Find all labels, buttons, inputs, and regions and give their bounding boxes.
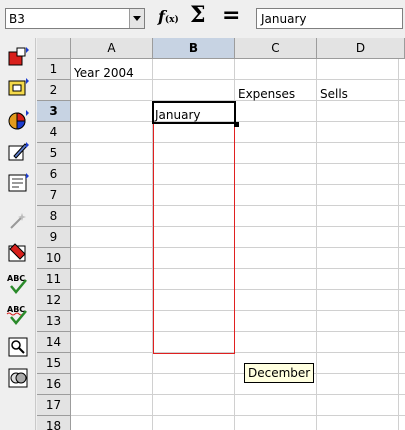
row-header-10[interactable]: 10 xyxy=(37,248,71,269)
row-header-8[interactable]: 8 xyxy=(37,206,71,227)
sum-button[interactable]: Σ xyxy=(190,2,206,28)
grid-line xyxy=(71,331,405,332)
draw-functions-icon[interactable] xyxy=(6,140,30,164)
name-box[interactable]: B3 xyxy=(5,8,145,29)
find-icon[interactable] xyxy=(6,335,30,359)
grid-line xyxy=(71,394,405,395)
row-header-11[interactable]: 11 xyxy=(37,269,71,290)
column-header-a[interactable]: A xyxy=(71,38,153,59)
cell-format-icon[interactable] xyxy=(6,241,30,265)
row-header-13[interactable]: 13 xyxy=(37,311,71,332)
column-header-b[interactable]: B xyxy=(153,38,235,59)
navigator-icon[interactable] xyxy=(6,366,30,390)
spellcheck-icon[interactable]: ABC xyxy=(6,272,30,296)
insert-cell-icon[interactable] xyxy=(6,76,30,100)
grid-line xyxy=(71,226,405,227)
grid-line xyxy=(71,142,405,143)
chart-icon[interactable] xyxy=(6,108,30,132)
row-header-1[interactable]: 1 xyxy=(37,59,71,80)
svg-text:ABC: ABC xyxy=(7,274,25,283)
row-header-6[interactable]: 6 xyxy=(37,164,71,185)
formula-bar: B3 f(x) Σ = January xyxy=(0,0,405,38)
row-header-7[interactable]: 7 xyxy=(37,185,71,206)
autofill-range xyxy=(153,101,235,354)
function-wizard-sub: (x) xyxy=(164,15,179,25)
function-wizard-label: f xyxy=(158,7,165,26)
row-header-5[interactable]: 5 xyxy=(37,143,71,164)
formula-input-value: January xyxy=(261,12,307,26)
function-wizard-button[interactable]: f(x) xyxy=(158,7,179,26)
row-header-4[interactable]: 4 xyxy=(37,122,71,143)
name-box-value: B3 xyxy=(9,12,25,26)
grid-line xyxy=(71,247,405,248)
cell-d2[interactable]: Sells xyxy=(320,87,348,101)
insert-icon[interactable] xyxy=(6,45,30,69)
grid-line xyxy=(71,268,405,269)
row-header-16[interactable]: 16 xyxy=(37,374,71,395)
row-header-18[interactable]: 18 xyxy=(37,416,71,430)
column-header-c[interactable]: C xyxy=(235,38,317,59)
autospellcheck-icon[interactable]: ABC xyxy=(6,303,30,327)
grid-line xyxy=(71,352,405,353)
chevron-down-icon[interactable] xyxy=(129,9,144,28)
row-header-15[interactable]: 15 xyxy=(37,353,71,374)
column-header-d[interactable]: D xyxy=(317,38,405,59)
grid-line xyxy=(316,59,317,430)
row-header-2[interactable]: 2 xyxy=(37,80,71,101)
autopilot-icon[interactable] xyxy=(6,209,30,233)
autofill-tooltip: December xyxy=(244,363,315,383)
grid-line xyxy=(71,289,405,290)
row-header-14[interactable]: 14 xyxy=(37,332,71,353)
spreadsheet-grid[interactable]: A B C D 1 2 3 4 5 6 7 8 9 10 11 12 13 14 15 16 17 18 Year… xyxy=(37,38,405,430)
grid-line xyxy=(71,184,405,185)
grid-line xyxy=(398,59,399,430)
form-controls-icon[interactable] xyxy=(6,171,30,195)
cell-b3[interactable]: January xyxy=(155,108,201,122)
grid-line xyxy=(71,163,405,164)
function-button[interactable]: = xyxy=(222,3,240,28)
grid-line xyxy=(71,373,405,374)
row-header-3[interactable]: 3 xyxy=(37,101,71,122)
cell-a1[interactable]: Year 2004 xyxy=(74,66,134,80)
grid-line xyxy=(71,205,405,206)
select-all-corner[interactable] xyxy=(37,38,71,59)
formula-input[interactable]: January xyxy=(256,8,403,29)
row-header-17[interactable]: 17 xyxy=(37,395,71,416)
main-toolbar: ABC ABC xyxy=(0,38,36,430)
row-header-9[interactable]: 9 xyxy=(37,227,71,248)
cell-c2[interactable]: Expenses xyxy=(238,87,295,101)
row-header-12[interactable]: 12 xyxy=(37,290,71,311)
grid-line xyxy=(71,310,405,311)
grid-line xyxy=(71,415,405,416)
